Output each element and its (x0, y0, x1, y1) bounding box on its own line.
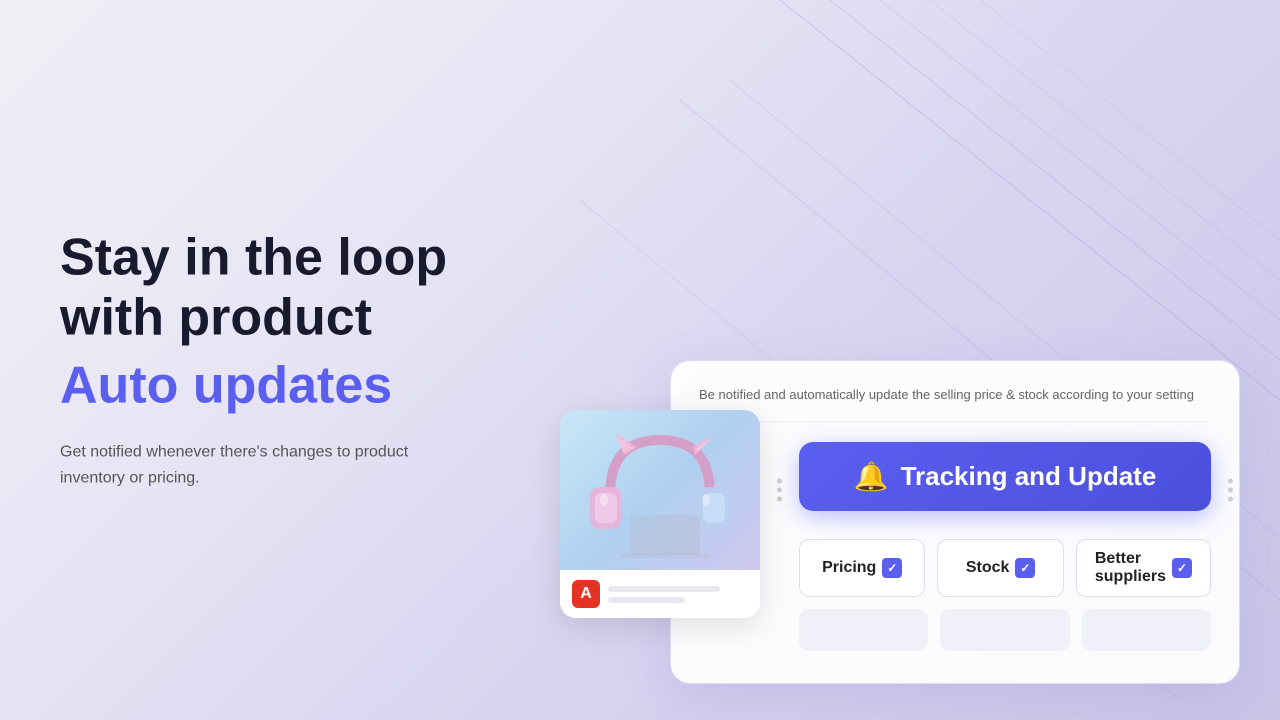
dot-6 (1228, 497, 1233, 502)
stock-label: Stock (966, 559, 1010, 577)
product-line-2 (608, 597, 685, 603)
headphones-illustration (575, 415, 745, 565)
product-card: A (560, 410, 760, 618)
tracking-button-label: Tracking and Update (901, 461, 1157, 492)
checkbox-better-suppliers[interactable]: Better suppliers ✓ (1076, 539, 1211, 597)
checkbox-stock[interactable]: Stock ✓ (937, 539, 1063, 597)
headline-line2: with product (60, 289, 372, 347)
dot-4 (1228, 479, 1233, 484)
card-body: 🔔 Tracking and Update Pricing ✓ (699, 442, 1211, 651)
left-dots-decoration (777, 479, 782, 502)
info-banner-text: Be notified and automatically update the… (699, 385, 1211, 422)
checkbox-pricing[interactable]: Pricing ✓ (799, 539, 925, 597)
card-right-content: 🔔 Tracking and Update Pricing ✓ (799, 442, 1211, 651)
placeholder-items-row (799, 609, 1211, 651)
pricing-label: Pricing (822, 559, 876, 577)
headline-block: Stay in the loop with product (60, 229, 447, 349)
placeholder-item-3 (1082, 609, 1211, 651)
tracking-button-wrapper: 🔔 Tracking and Update (799, 442, 1211, 539)
dot-3 (777, 497, 782, 502)
better-suppliers-label: Better suppliers (1095, 550, 1166, 586)
placeholder-item-2 (940, 609, 1069, 651)
dot-2 (777, 488, 782, 493)
dot-1 (777, 479, 782, 484)
right-dots-decoration (1228, 479, 1233, 502)
product-line-1 (608, 586, 720, 592)
placeholder-item-1 (799, 609, 928, 651)
pricing-check-icon: ✓ (882, 558, 902, 578)
checkbox-items-row: Pricing ✓ Stock ✓ Better suppliers ✓ (799, 539, 1211, 597)
dot-5 (1228, 488, 1233, 493)
product-card-footer: A (560, 570, 760, 618)
product-image (560, 410, 760, 570)
tracking-update-button[interactable]: 🔔 Tracking and Update (799, 442, 1211, 511)
headline-line1: Stay in the loop (60, 229, 447, 287)
headline-accent: Auto updates (60, 356, 447, 416)
shop-icon: A (572, 580, 600, 608)
description-text: Get notified whenever there's changes to… (60, 440, 440, 491)
left-content-section: Stay in the loop with product Auto updat… (60, 229, 447, 492)
product-info-lines (608, 586, 748, 603)
stock-check-icon: ✓ (1015, 558, 1035, 578)
better-suppliers-check-icon: ✓ (1172, 558, 1192, 578)
bell-icon: 🔔 (854, 460, 889, 493)
